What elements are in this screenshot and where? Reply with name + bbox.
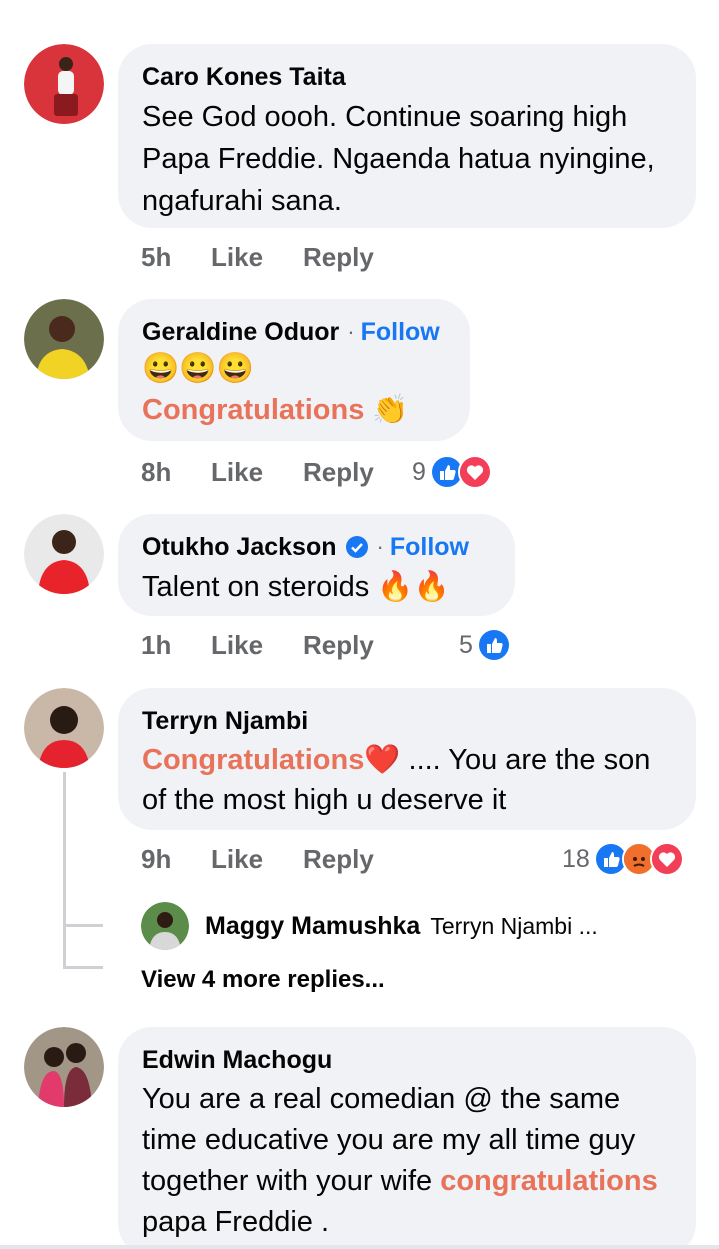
love-reaction-icon	[457, 455, 492, 489]
avatar[interactable]	[24, 688, 104, 768]
follow-button[interactable]: Follow	[390, 532, 469, 562]
view-more-replies-link[interactable]: View 4 more replies...	[141, 966, 385, 994]
like-button[interactable]: Like	[211, 457, 303, 488]
comment-bubble: Edwin Machogu You are a real comedian @ …	[118, 1027, 696, 1249]
thread-branch	[63, 924, 103, 927]
comment-text: You are a real comedian @ the same time …	[142, 1079, 672, 1243]
avatar[interactable]	[141, 902, 189, 950]
thread-branch	[63, 966, 103, 969]
reply-text: Terryn Njambi ...	[430, 912, 598, 939]
comment-text: Congratulations❤️ .... You are the son o…	[142, 740, 672, 820]
separator-dot: ·	[347, 319, 355, 344]
comment-text: Talent on steroids 🔥🔥	[142, 566, 491, 608]
comment-author[interactable]: Geraldine Oduor	[142, 317, 339, 347]
comment-author[interactable]: Otukho Jackson	[142, 532, 337, 562]
like-button[interactable]: Like	[211, 844, 303, 875]
reaction-count: 5	[459, 630, 473, 659]
comment-time[interactable]: 9h	[141, 844, 211, 875]
comment-body: Talent on steroids	[142, 571, 370, 603]
avatar[interactable]	[24, 44, 104, 124]
reply-author[interactable]: Maggy Mamushka	[205, 912, 420, 941]
comment-text: Congratulations 👏	[142, 389, 446, 431]
highlighted-word: Congratulations	[142, 744, 365, 776]
reply-button[interactable]: Reply	[303, 844, 413, 875]
emoji-line: 😀😀😀	[142, 352, 255, 385]
highlighted-word: congratulations	[440, 1165, 658, 1197]
follow-button[interactable]: Follow	[361, 317, 440, 347]
comment-text: See God oooh. Continue soaring high Papa…	[142, 101, 655, 217]
fire-emoji: 🔥🔥	[377, 571, 450, 603]
avatar[interactable]	[24, 514, 104, 594]
comment-bubble: Otukho Jackson · Follow Talent on steroi…	[118, 514, 515, 616]
comment-bubble: Caro Kones Taita See God oooh. Continue …	[118, 44, 696, 228]
reaction-count: 9	[412, 457, 426, 486]
separator-dot: ·	[376, 534, 384, 559]
comment-actions: 8h Like Reply	[141, 457, 413, 488]
like-button[interactable]: Like	[211, 630, 303, 661]
reaction-count: 18	[562, 844, 590, 873]
verified-badge-icon	[345, 535, 369, 559]
like-button[interactable]: Like	[211, 242, 303, 273]
comment-actions: 5h Like Reply	[141, 242, 413, 273]
comment-bubble: Terryn Njambi Congratulations❤️ .... You…	[118, 688, 696, 830]
comment-ending: papa Freddie .	[142, 1206, 330, 1238]
reply-preview[interactable]: Maggy Mamushka Terryn Njambi ...	[141, 902, 598, 950]
comment-time[interactable]: 5h	[141, 242, 211, 273]
reply-button[interactable]: Reply	[303, 630, 413, 661]
like-reaction-icon	[476, 628, 511, 662]
avatar[interactable]	[24, 1027, 104, 1107]
bottom-divider	[0, 1245, 719, 1249]
comments-page: Caro Kones Taita See God oooh. Continue …	[0, 0, 719, 1249]
highlighted-word: Congratulations	[142, 394, 365, 426]
comment-actions: 1h Like Reply	[141, 630, 413, 661]
comment-actions: 9h Like Reply	[141, 844, 413, 875]
heart-emoji: ❤️	[364, 744, 401, 776]
comment-time[interactable]: 8h	[141, 457, 211, 488]
comment-bubble: Geraldine Oduor · Follow 😀😀😀 Congratulat…	[118, 299, 470, 441]
comment-author[interactable]: Terryn Njambi	[142, 706, 308, 736]
reaction-summary[interactable]: 9	[412, 455, 492, 489]
comment-author[interactable]: Caro Kones Taita	[142, 62, 346, 92]
reply-button[interactable]: Reply	[303, 457, 413, 488]
thread-line	[63, 772, 66, 968]
reaction-summary[interactable]: 18	[562, 842, 684, 876]
comment-author[interactable]: Edwin Machogu	[142, 1045, 332, 1075]
reaction-summary[interactable]: 5	[459, 628, 511, 662]
avatar[interactable]	[24, 299, 104, 379]
clap-emoji: 👏	[372, 394, 409, 426]
reply-button[interactable]: Reply	[303, 242, 413, 273]
comment-time[interactable]: 1h	[141, 630, 211, 661]
love-reaction-icon	[649, 842, 684, 876]
